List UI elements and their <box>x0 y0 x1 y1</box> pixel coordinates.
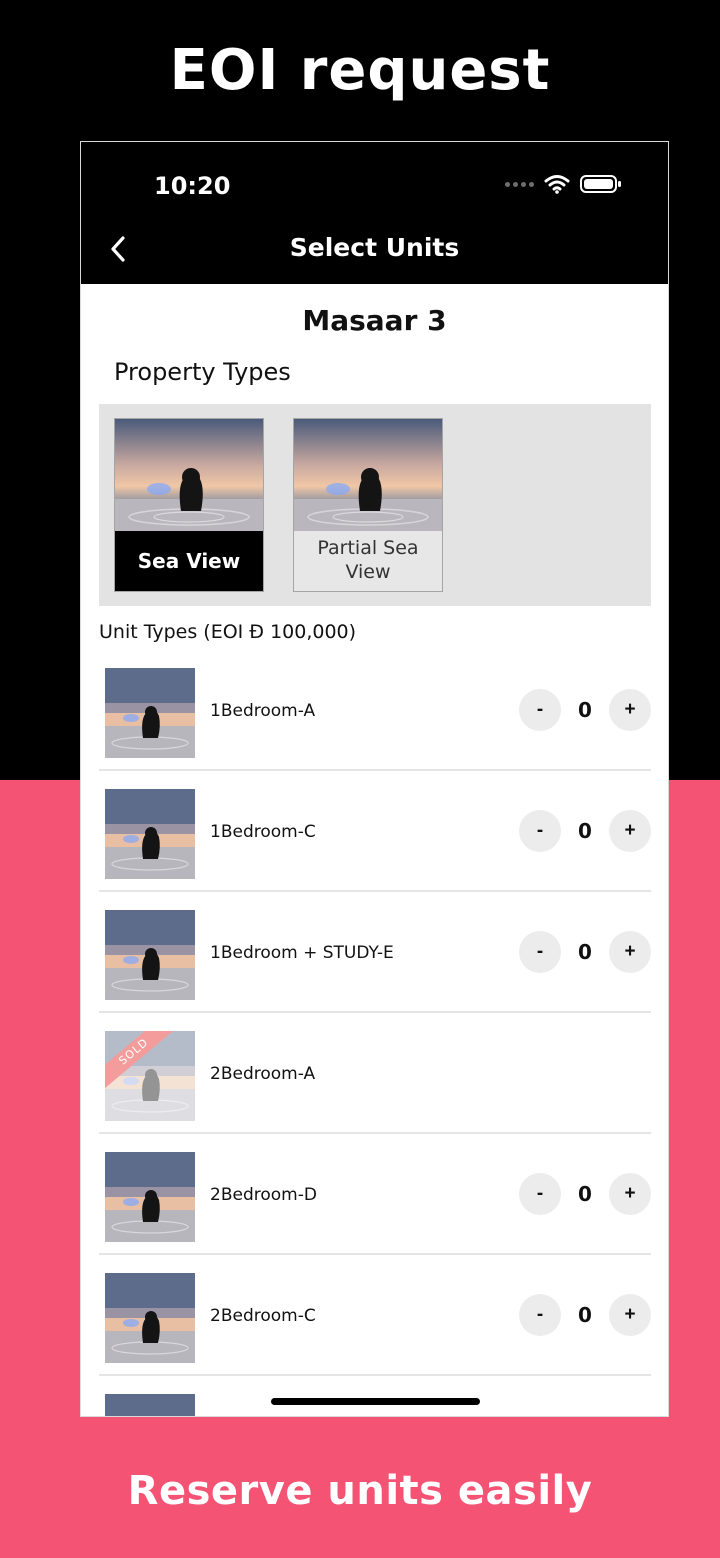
unit-image <box>105 910 195 1000</box>
unit-row-sold: SOLD 2Bedroom-A <box>99 1013 651 1134</box>
home-indicator <box>271 1398 480 1405</box>
page-title: Select Units <box>289 233 460 262</box>
property-type-label: Partial Sea View <box>317 537 419 583</box>
unit-row: 1Bedroom-C - 0 + <box>99 771 651 892</box>
unit-image <box>105 1152 195 1242</box>
status-time: 10:20 <box>154 172 231 200</box>
quantity-value: 0 <box>578 698 592 722</box>
promo-caption: Reserve units easily <box>127 1468 593 1514</box>
property-types-panel: Sea View Partial Sea View <box>99 404 651 606</box>
unit-name: 1Bedroom + STUDY-E <box>210 942 394 963</box>
status-icons <box>505 174 622 194</box>
increment-button[interactable]: + <box>609 1294 651 1336</box>
quantity-value: 0 <box>578 940 592 964</box>
unit-row-partial <box>99 1376 651 1416</box>
property-type-partial-sea-view[interactable]: Partial Sea View <box>293 418 443 592</box>
quantity-stepper: - 0 + <box>519 931 651 973</box>
unit-image <box>105 668 195 758</box>
unit-row: 1Bedroom + STUDY-E - 0 + <box>99 892 651 1013</box>
property-type-sea-view[interactable]: Sea View <box>114 418 264 592</box>
wifi-icon <box>544 175 570 194</box>
property-image <box>115 419 263 531</box>
promo-title: EOI request <box>169 38 551 103</box>
increment-button[interactable]: + <box>609 810 651 852</box>
phone-screen: 10:20 Select Units Masaar 3 Property Typ… <box>80 141 669 1417</box>
quantity-value: 0 <box>578 1303 592 1327</box>
app-header: 10:20 Select Units <box>81 142 668 284</box>
unit-row: 2Bedroom-C - 0 + <box>99 1255 651 1376</box>
quantity-value: 0 <box>578 819 592 843</box>
quantity-stepper: - 0 + <box>519 689 651 731</box>
property-type-label: Sea View <box>115 531 263 591</box>
unit-list: 1Bedroom-A - 0 + 1Bedroom-C - 0 + 1Bedro… <box>99 650 651 1416</box>
increment-button[interactable]: + <box>609 689 651 731</box>
decrement-button[interactable]: - <box>519 931 561 973</box>
quantity-value: 0 <box>578 1182 592 1206</box>
decrement-button[interactable]: - <box>519 689 561 731</box>
unit-image <box>105 789 195 879</box>
unit-row: 1Bedroom-A - 0 + <box>99 650 651 771</box>
unit-name: 1Bedroom-A <box>210 700 316 721</box>
unit-name: 1Bedroom-C <box>210 821 316 842</box>
unit-name: 2Bedroom-A <box>210 1063 316 1084</box>
unit-name: 2Bedroom-C <box>210 1305 316 1326</box>
quantity-stepper: - 0 + <box>519 810 651 852</box>
unit-name: 2Bedroom-D <box>210 1184 317 1205</box>
signal-icon <box>505 181 534 187</box>
project-title: Masaar 3 <box>302 304 447 337</box>
unit-types-label: Unit Types (EOI Đ 100,000) <box>99 621 357 643</box>
decrement-button[interactable]: - <box>519 1173 561 1215</box>
battery-icon <box>580 175 621 193</box>
property-image <box>294 419 442 531</box>
unit-image: SOLD <box>105 1031 195 1121</box>
unit-row: 2Bedroom-D - 0 + <box>99 1134 651 1255</box>
increment-button[interactable]: + <box>609 1173 651 1215</box>
unit-image <box>105 1273 195 1363</box>
decrement-button[interactable]: - <box>519 1294 561 1336</box>
decrement-button[interactable]: - <box>519 810 561 852</box>
increment-button[interactable]: + <box>609 931 651 973</box>
quantity-stepper: - 0 + <box>519 1173 651 1215</box>
unit-image <box>105 1394 195 1416</box>
property-types-label: Property Types <box>114 358 291 386</box>
quantity-stepper: - 0 + <box>519 1294 651 1336</box>
